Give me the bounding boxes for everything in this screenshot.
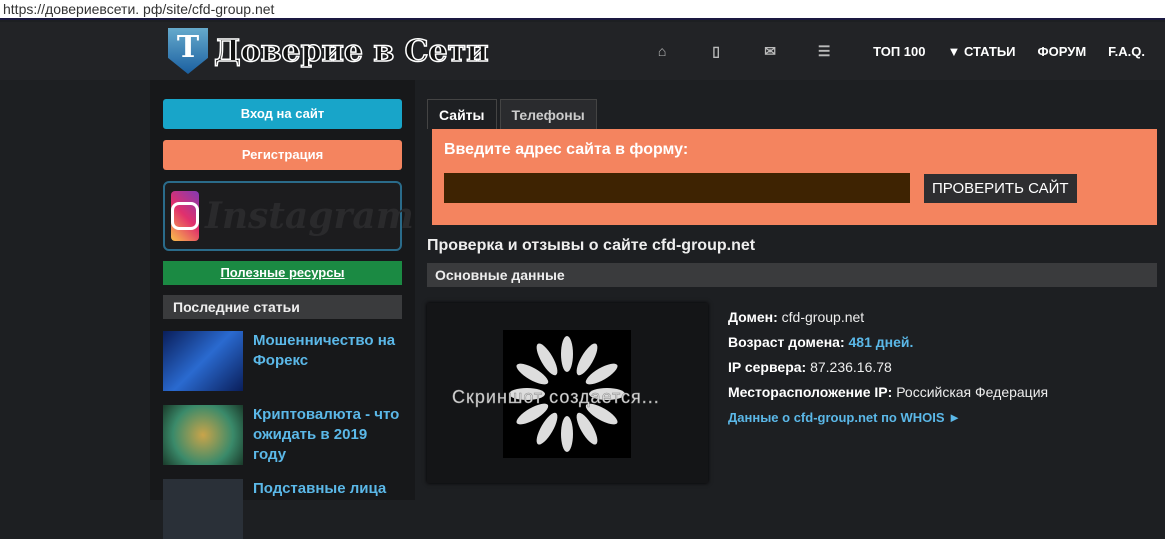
main-nav: ⌂ ▯ ✉ ☰ ТОП 100 ▼ СТАТЬИ ФОРУМ F.A.Q. [635, 22, 1145, 80]
mail-icon[interactable]: ✉ [743, 43, 797, 60]
ip-label: IP сервера: [728, 359, 807, 375]
whois-link[interactable]: Данные о cfd-group.net по WHOIS ► [728, 405, 1048, 430]
check-form: Введите адрес сайта в форму: ПРОВЕРИТЬ С… [432, 129, 1157, 225]
nav-top100[interactable]: ТОП 100 [873, 44, 925, 59]
article-title[interactable]: Мошенничество на Форекс [253, 331, 402, 391]
form-title: Введите адрес сайта в форму: [444, 141, 689, 158]
age-value: 481 дней. [848, 334, 914, 350]
domain-label: Домен: [728, 309, 778, 325]
sidebar: Вход на сайт Регистрация Instagram Полез… [150, 80, 415, 539]
section-heading: Основные данные [427, 263, 1157, 287]
nav-faq[interactable]: F.A.Q. [1108, 44, 1145, 59]
register-button[interactable]: Регистрация [163, 140, 402, 170]
instagram-text: Instagram [205, 195, 414, 237]
ip-value: 87.236.16.78 [810, 359, 892, 375]
instagram-banner[interactable]: Instagram [163, 181, 414, 251]
domain-value: cfd-group.net [781, 309, 865, 325]
article-item[interactable]: Мошенничество на Форекс [163, 331, 402, 391]
site-url-input[interactable] [444, 173, 910, 203]
nav-articles[interactable]: ▼ СТАТЬИ [947, 44, 1015, 59]
tab-sites[interactable]: Сайты [427, 99, 497, 129]
logo[interactable]: T Доверие в Сети [168, 28, 489, 74]
header: T Доверие в Сети ⌂ ▯ ✉ ☰ ТОП 100 ▼ СТАТЬ… [0, 22, 1165, 80]
age-label: Возраст домена: [728, 334, 845, 350]
phone-icon[interactable]: ▯ [689, 43, 743, 60]
page-title: Проверка и отзывы о сайте cfd-group.net [427, 237, 756, 254]
screenshot-caption: Скриншот создается... [452, 387, 660, 408]
article-thumbnail [163, 331, 243, 391]
article-title[interactable]: Подставные лица [253, 479, 386, 539]
useful-resources-link[interactable]: Полезные ресурсы [163, 261, 402, 285]
latest-articles-heading: Последние статьи [163, 295, 402, 319]
logo-text: Доверие в Сети [213, 33, 489, 70]
tab-phones[interactable]: Телефоны [499, 99, 597, 129]
site-screenshot: Скриншот создается... [427, 303, 708, 483]
check-site-button[interactable]: ПРОВЕРИТЬ САЙТ [924, 173, 1077, 203]
login-button[interactable]: Вход на сайт [163, 99, 402, 129]
article-thumbnail [163, 405, 243, 465]
instagram-icon [171, 191, 199, 241]
domain-info: Домен: cfd-group.net Возраст домена: 481… [728, 305, 1048, 430]
location-value: Российская Федерация [896, 384, 1049, 400]
list-icon[interactable]: ☰ [797, 43, 851, 60]
article-item[interactable]: Подставные лица [163, 479, 402, 539]
address-bar[interactable]: https://довериевсети. рф/site/cfd-group.… [0, 0, 1165, 20]
article-title[interactable]: Криптовалюта - что ожидать в 2019 году [253, 405, 402, 465]
main-content: Сайты Телефоны Введите адрес сайта в фор… [427, 99, 1157, 483]
article-thumbnail [163, 479, 243, 539]
location-label: Месторасположение IP: [728, 384, 893, 400]
article-item[interactable]: Криптовалюта - что ожидать в 2019 году [163, 405, 402, 465]
home-icon[interactable]: ⌂ [635, 43, 689, 59]
nav-forum[interactable]: ФОРУМ [1038, 44, 1087, 59]
shield-logo-icon: T [168, 28, 208, 74]
